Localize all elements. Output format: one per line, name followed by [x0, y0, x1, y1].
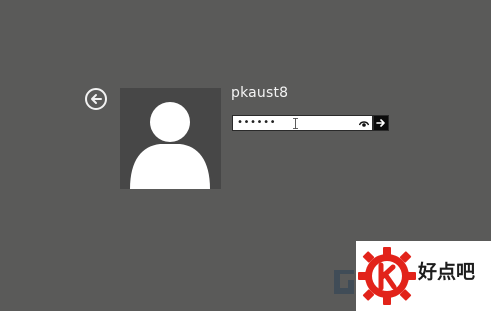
back-button[interactable] — [85, 88, 107, 110]
gear-k-logo-icon — [358, 247, 416, 305]
watermark: 好点吧 — [356, 241, 491, 311]
logo-fragment — [334, 270, 354, 294]
eye-icon[interactable] — [359, 119, 369, 128]
submit-button[interactable] — [373, 115, 389, 131]
text-cursor-icon — [293, 118, 298, 129]
watermark-text: 好点吧 — [418, 261, 476, 283]
password-field[interactable]: •••••• — [232, 115, 373, 131]
arrow-right-icon — [376, 119, 385, 127]
password-value: •••••• — [237, 117, 277, 128]
avatar — [120, 88, 221, 189]
user-silhouette-icon — [130, 102, 210, 189]
back-arrow-icon — [91, 94, 102, 104]
username: pkaust8 — [231, 85, 289, 101]
